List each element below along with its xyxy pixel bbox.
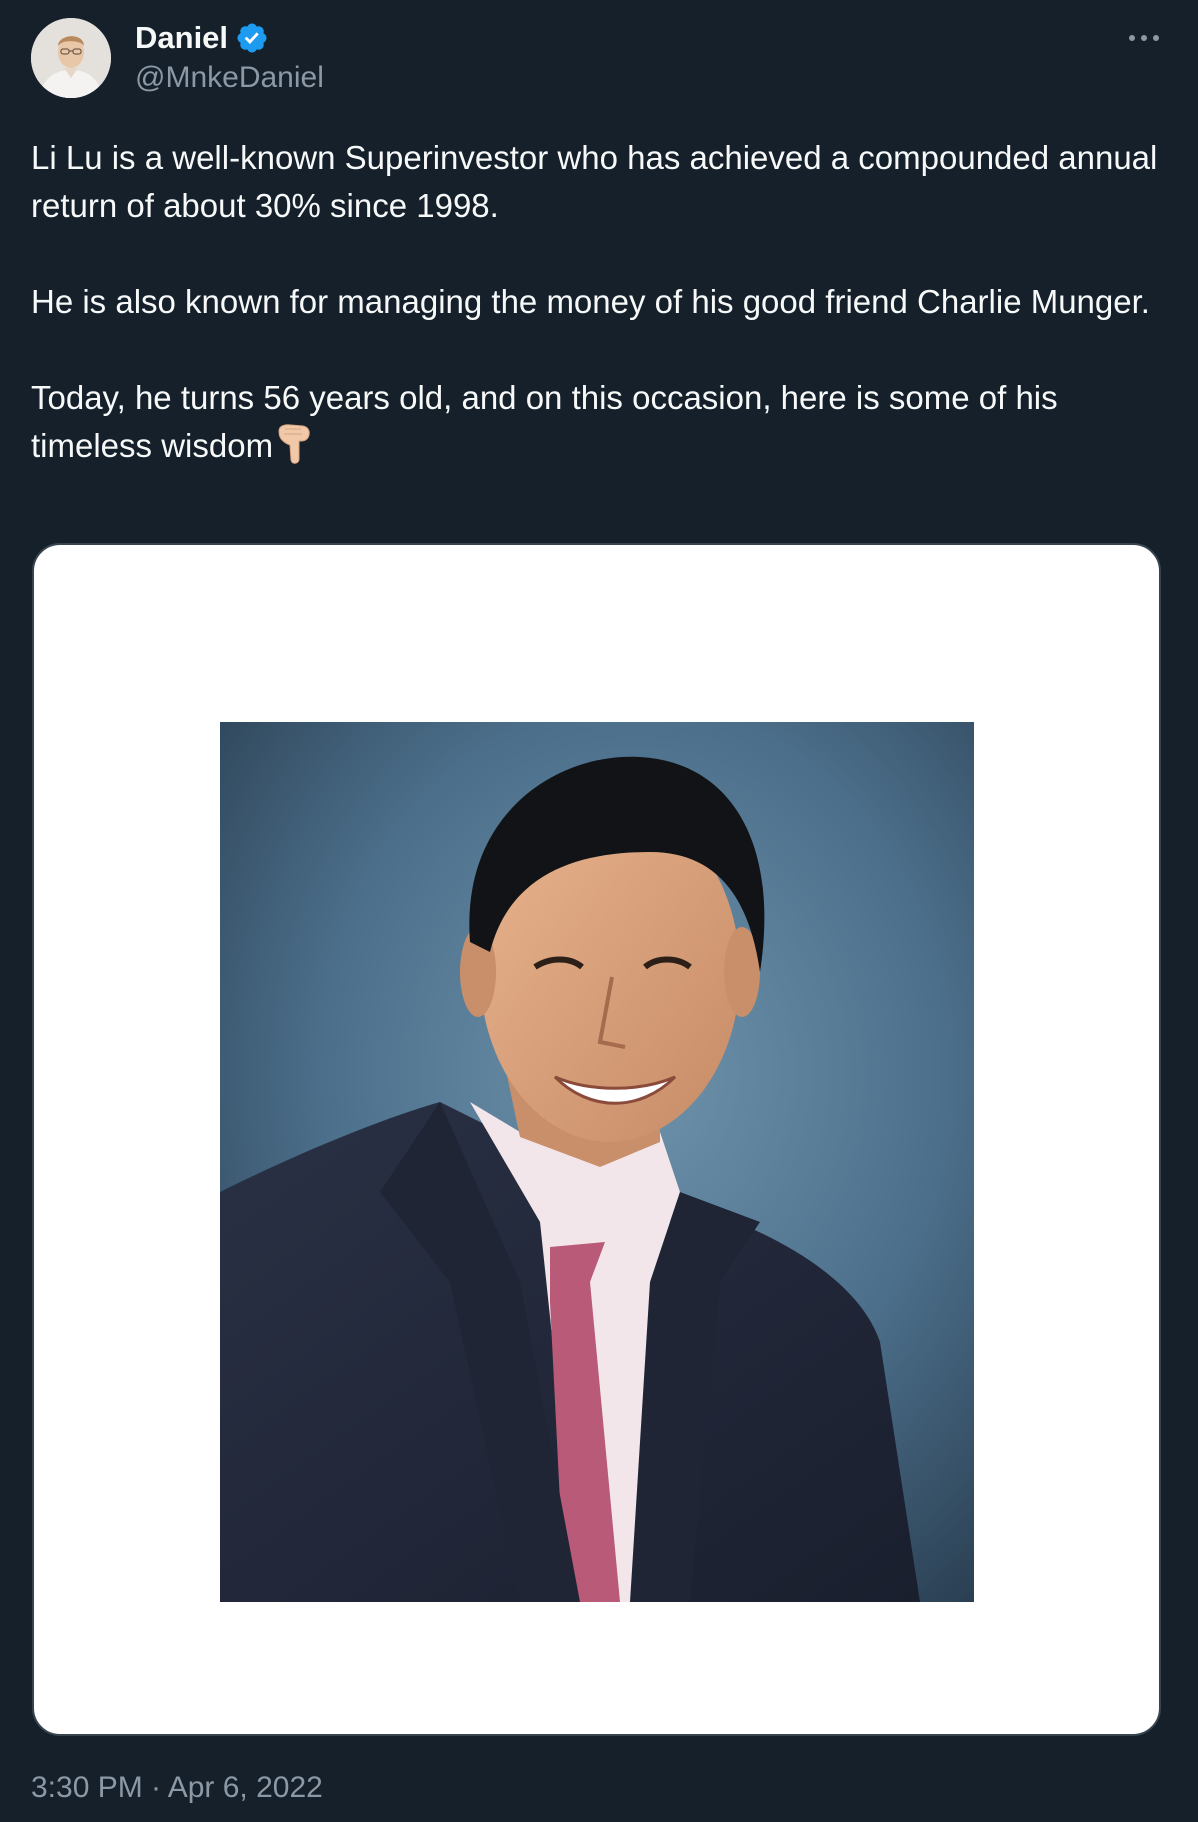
portrait-photo[interactable] (220, 722, 974, 1602)
tweet: Daniel @MnkeDaniel Li Lu is a well-known… (0, 0, 1198, 1822)
tweet-paragraph-text: Today, he turns 56 years old, and on thi… (31, 379, 1058, 464)
author-name-row[interactable]: Daniel (135, 18, 269, 58)
media-card[interactable] (32, 543, 1161, 1736)
tweet-paragraph: Li Lu is a well-known Superinvestor who … (31, 139, 1158, 224)
tweet-timestamp[interactable]: 3:30 PM · Apr 6, 2022 (31, 1768, 323, 1808)
tweet-paragraph: He is also known for managing the money … (31, 283, 1150, 320)
more-options-button[interactable] (1122, 22, 1166, 54)
avatar[interactable] (31, 18, 111, 98)
author-handle[interactable]: @MnkeDaniel (135, 58, 324, 98)
more-horizontal-icon (1129, 35, 1159, 41)
display-name[interactable]: Daniel (135, 18, 228, 58)
backhand-index-pointing-down-icon (275, 423, 313, 467)
verified-badge-icon[interactable] (235, 21, 269, 55)
tweet-paragraph-last: Today, he turns 56 years old, and on thi… (31, 374, 1161, 470)
tweet-text: Li Lu is a well-known Superinvestor who … (31, 134, 1161, 470)
